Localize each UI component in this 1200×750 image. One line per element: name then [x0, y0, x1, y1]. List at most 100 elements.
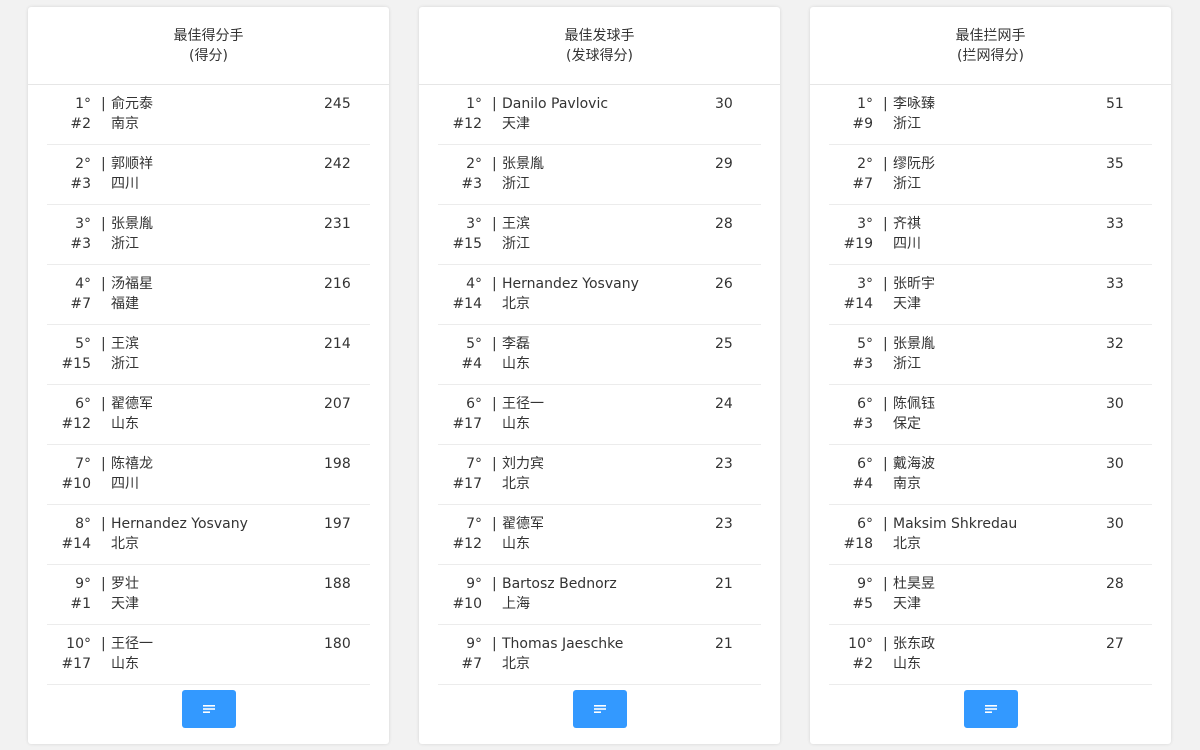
jersey-number: #5 — [852, 596, 873, 612]
rank-label: 3° — [857, 276, 873, 292]
team-name: 北京 — [502, 476, 530, 492]
rank-label: 5° — [75, 336, 91, 352]
separator: | — [101, 396, 106, 412]
team-name: 南京 — [893, 476, 921, 492]
card-subtitle: (得分) — [189, 47, 228, 64]
jersey-number: #9 — [852, 116, 873, 132]
expand-list-button[interactable] — [182, 690, 236, 728]
player-name: 王滨 — [502, 216, 530, 232]
jersey-number: #1 — [70, 596, 91, 612]
player-name: 陈佩钰 — [893, 396, 935, 412]
leaderboard-page: 最佳得分手 (得分) 1° | 俞元泰 #2 南京 245 2° | 郭顺祥 #3 四川 242 3° |… — [0, 0, 1200, 750]
stat-value: 51 — [1106, 96, 1124, 112]
ranking-row: 2° | 张景胤 #3 浙江 29 — [438, 145, 761, 205]
expand-list-button[interactable] — [573, 690, 627, 728]
stat-value: 245 — [324, 96, 351, 112]
ranking-row: 9° | 罗壮 #1 天津 188 — [47, 565, 370, 625]
player-name: 俞元泰 — [111, 96, 153, 112]
jersey-number: #7 — [461, 656, 482, 672]
player-name: 张景胤 — [502, 156, 544, 172]
stat-value: 216 — [324, 276, 351, 292]
player-name: 张东政 — [893, 636, 935, 652]
player-name: 郭顺祥 — [111, 156, 153, 172]
separator: | — [101, 216, 106, 232]
stat-value: 231 — [324, 216, 351, 232]
ranking-row: 7° | 刘力宾 #17 北京 23 — [438, 445, 761, 505]
rank-label: 10° — [848, 636, 873, 652]
team-name: 北京 — [502, 656, 530, 672]
stat-value: 29 — [715, 156, 733, 172]
ranking-row: 5° | 张景胤 #3 浙江 32 — [829, 325, 1152, 385]
separator: | — [492, 456, 497, 472]
rank-label: 3° — [466, 216, 482, 232]
separator: | — [883, 516, 888, 532]
rank-label: 5° — [466, 336, 482, 352]
ranking-row: 10° | 张东政 #2 山东 27 — [829, 625, 1152, 685]
separator: | — [883, 336, 888, 352]
stat-value: 21 — [715, 576, 733, 592]
team-name: 天津 — [893, 296, 921, 312]
card-header: 最佳得分手 (得分) — [28, 7, 389, 85]
separator: | — [101, 576, 106, 592]
ranking-row: 5° | 王滨 #15 浙江 214 — [47, 325, 370, 385]
separator: | — [492, 156, 497, 172]
jersey-number: #4 — [461, 356, 482, 372]
player-name: 张昕宇 — [893, 276, 935, 292]
jersey-number: #3 — [852, 416, 873, 432]
jersey-number: #17 — [61, 656, 91, 672]
jersey-number: #14 — [843, 296, 873, 312]
separator: | — [492, 336, 497, 352]
ranking-row: 9° | Thomas Jaeschke #7 北京 21 — [438, 625, 761, 685]
player-name: 缪阮彤 — [893, 156, 935, 172]
card-subtitle: (拦网得分) — [957, 47, 1024, 64]
separator: | — [101, 636, 106, 652]
player-name: 翟德军 — [111, 396, 153, 412]
separator: | — [101, 96, 106, 112]
player-name: 陈禧龙 — [111, 456, 153, 472]
team-name: 浙江 — [502, 236, 530, 252]
rank-label: 4° — [466, 276, 482, 292]
stat-value: 23 — [715, 516, 733, 532]
ranking-row: 6° | Maksim Shkredau #18 北京 30 — [829, 505, 1152, 565]
player-name: 李磊 — [502, 336, 530, 352]
team-name: 山东 — [893, 656, 921, 672]
player-name: Maksim Shkredau — [893, 516, 1018, 532]
separator: | — [492, 216, 497, 232]
team-name: 山东 — [502, 356, 530, 372]
team-name: 浙江 — [502, 176, 530, 192]
separator: | — [883, 396, 888, 412]
separator: | — [101, 276, 106, 292]
separator: | — [883, 456, 888, 472]
ranking-row: 4° | 汤福星 #7 福建 216 — [47, 265, 370, 325]
team-name: 北京 — [893, 536, 921, 552]
jersey-number: #12 — [452, 536, 482, 552]
stat-value: 30 — [1106, 396, 1124, 412]
separator: | — [492, 516, 497, 532]
ranking-row: 7° | 翟德军 #12 山东 23 — [438, 505, 761, 565]
rank-label: 1° — [466, 96, 482, 112]
stat-value: 24 — [715, 396, 733, 412]
ranking-row: 6° | 陈佩钰 #3 保定 30 — [829, 385, 1152, 445]
player-name: 戴海波 — [893, 456, 935, 472]
separator: | — [883, 156, 888, 172]
team-name: 天津 — [893, 596, 921, 612]
jersey-number: #7 — [852, 176, 873, 192]
top-servers-card: 最佳发球手 (发球得分) 1° | Danilo Pavlovic #12 天津 30 2°… — [419, 7, 780, 744]
rank-label: 7° — [466, 516, 482, 532]
card-title: 最佳得分手 — [173, 27, 244, 44]
separator: | — [883, 636, 888, 652]
ranking-row: 6° | 王径一 #17 山东 24 — [438, 385, 761, 445]
card-title: 最佳发球手 — [564, 27, 635, 44]
menu-icon — [594, 705, 606, 713]
stat-value: 28 — [1106, 576, 1124, 592]
separator: | — [101, 156, 106, 172]
player-name: 刘力宾 — [502, 456, 544, 472]
separator: | — [883, 576, 888, 592]
rank-label: 9° — [466, 576, 482, 592]
rank-label: 9° — [466, 636, 482, 652]
stat-value: 30 — [715, 96, 733, 112]
separator: | — [492, 636, 497, 652]
expand-list-button[interactable] — [964, 690, 1018, 728]
team-name: 浙江 — [893, 116, 921, 132]
card-subtitle: (发球得分) — [566, 47, 633, 64]
